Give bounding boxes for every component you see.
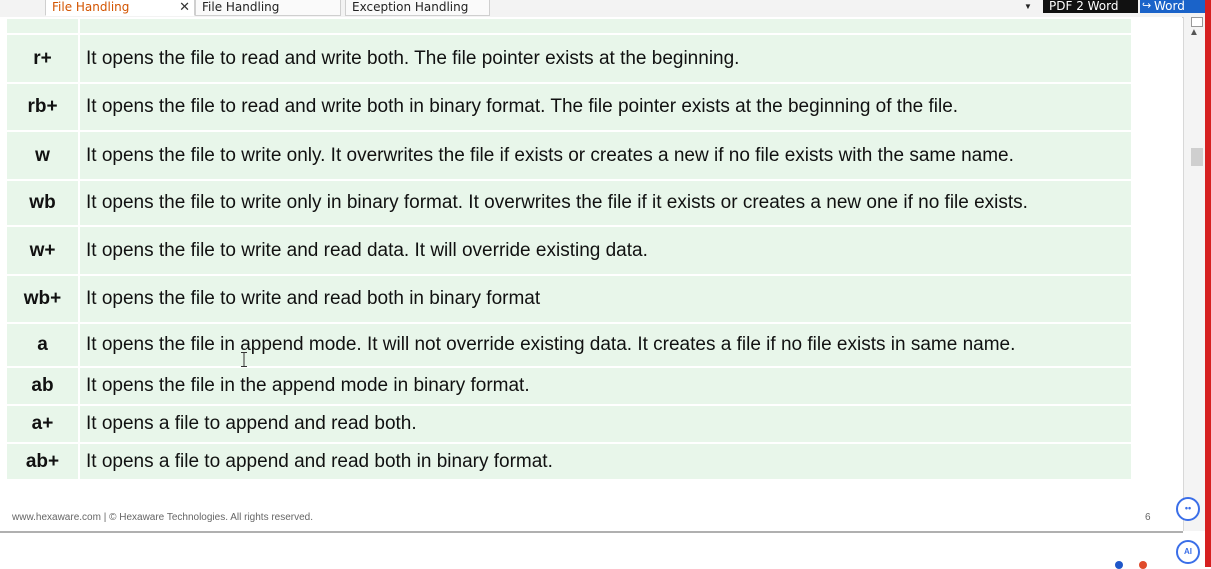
- mode-cell: ab: [5, 366, 80, 406]
- table-row: w It opens the file to write only. It ov…: [5, 130, 1133, 181]
- description-cell: It opens the file to write and read both…: [78, 274, 1133, 324]
- table-cell: [5, 17, 80, 35]
- window-edge: [1205, 0, 1211, 567]
- mode-cell: a: [5, 322, 80, 368]
- scroll-thumb[interactable]: [1191, 148, 1203, 166]
- status-dot-blue: [1115, 561, 1123, 569]
- description-cell: It opens the file in the append mode in …: [78, 366, 1133, 406]
- description-cell: It opens the file to write only. It over…: [78, 130, 1133, 181]
- page-number: 6: [1145, 512, 1151, 523]
- mode-cell: wb: [5, 179, 80, 227]
- description-cell: It opens the file to read and write both…: [78, 82, 1133, 132]
- mode-cell: rb+: [5, 82, 80, 132]
- tab-file-handling-active[interactable]: File Handling ✕: [45, 0, 195, 16]
- mode-cell: ab+: [5, 442, 80, 481]
- vertical-scrollbar[interactable]: ▲: [1183, 17, 1206, 531]
- description-cell: It opens the file to write only in binar…: [78, 179, 1133, 227]
- description-cell: It opens the file in append mode. It wil…: [78, 322, 1133, 368]
- table-row: ab It opens the file in the append mode …: [5, 366, 1133, 406]
- mode-cell: wb+: [5, 274, 80, 324]
- description-cell: It opens the file to read and write both…: [78, 33, 1133, 84]
- pdf-to-word-label: PDF 2 Word: [1049, 0, 1119, 13]
- text-cursor-icon: [241, 352, 247, 367]
- word-button[interactable]: ↪ Word: [1140, 0, 1205, 13]
- ai-assistant-label: AI: [1184, 547, 1192, 556]
- table-row: wb It opens the file to write only in bi…: [5, 179, 1133, 227]
- table-row: a It opens the file in append mode. It w…: [5, 322, 1133, 368]
- pdf-to-word-button[interactable]: PDF 2 Word: [1043, 0, 1138, 13]
- word-button-label: Word: [1154, 0, 1185, 13]
- caret-down-icon[interactable]: ▼: [1024, 2, 1032, 11]
- mode-cell: w: [5, 130, 80, 181]
- description-cell: It opens a file to append and read both …: [78, 442, 1133, 481]
- footer-copyright: www.hexaware.com | © Hexaware Technologi…: [12, 512, 314, 523]
- close-icon[interactable]: ✕: [179, 0, 190, 15]
- ai-assistant-icon[interactable]: AI: [1176, 540, 1200, 564]
- table-row: ab+ It opens a file to append and read b…: [5, 442, 1133, 481]
- share-arrow-icon: ↪: [1142, 0, 1152, 12]
- mode-cell: w+: [5, 225, 80, 276]
- table-cell: [78, 17, 1133, 35]
- table-row-partial: [5, 17, 1133, 35]
- file-mode-table: r+ It opens the file to read and write b…: [5, 17, 1133, 481]
- tab-bar: File Handling ✕ File Handling Exception …: [0, 0, 1211, 18]
- table-row: rb+ It opens the file to read and write …: [5, 82, 1133, 132]
- tab-label: File Handling: [202, 0, 280, 14]
- mode-cell: a+: [5, 404, 80, 444]
- scroll-up-icon[interactable]: ▲: [1189, 27, 1199, 38]
- scroll-corner-box: [1191, 17, 1203, 27]
- tab-label: Exception Handling: [352, 0, 469, 14]
- mode-cell: r+: [5, 33, 80, 84]
- status-dot-red: [1139, 561, 1147, 569]
- table-row: r+ It opens the file to read and write b…: [5, 33, 1133, 84]
- chat-bot-glyph: ••: [1184, 503, 1192, 513]
- divider: [0, 531, 1183, 533]
- tab-exception-handling[interactable]: Exception Handling: [345, 0, 490, 16]
- tab-file-handling[interactable]: File Handling: [195, 0, 341, 16]
- description-cell: It opens a file to append and read both.: [78, 404, 1133, 444]
- chat-bot-icon[interactable]: ••: [1176, 497, 1200, 521]
- table-row: wb+ It opens the file to write and read …: [5, 274, 1133, 324]
- slide-content: r+ It opens the file to read and write b…: [0, 17, 1182, 531]
- table-row: w+ It opens the file to write and read d…: [5, 225, 1133, 276]
- tab-label: File Handling: [52, 0, 130, 14]
- description-cell: It opens the file to write and read data…: [78, 225, 1133, 276]
- table-row: a+ It opens a file to append and read bo…: [5, 404, 1133, 444]
